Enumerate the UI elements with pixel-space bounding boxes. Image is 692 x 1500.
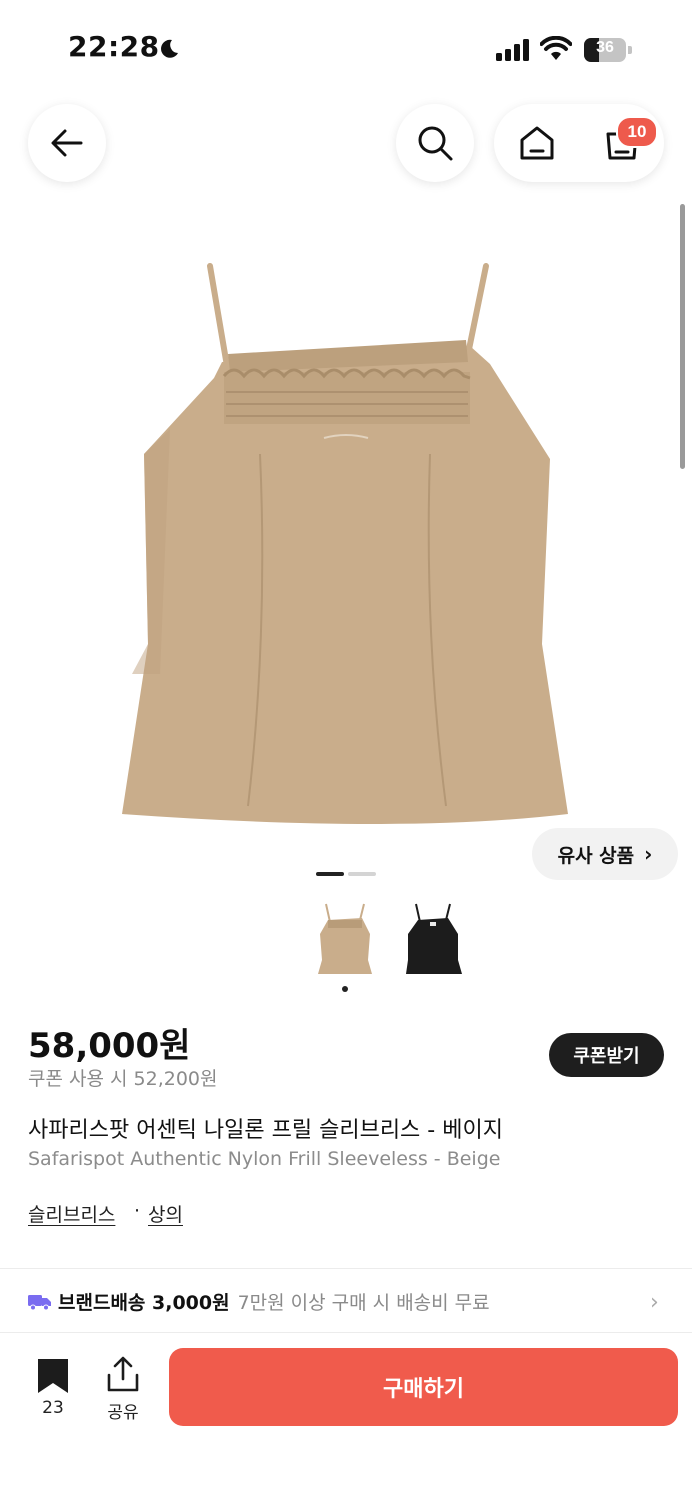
moon-icon	[161, 39, 178, 58]
back-button[interactable]	[28, 104, 106, 182]
thumbnail-beige[interactable]	[312, 900, 378, 980]
search-icon	[418, 126, 453, 161]
battery-tip	[628, 46, 632, 54]
scrollbar[interactable]	[680, 204, 685, 469]
coupon-price: 쿠폰 사용 시 52,200원	[28, 1068, 218, 1090]
divider	[0, 1332, 692, 1333]
status-time: 22:28	[68, 30, 160, 63]
share-label: 공유	[107, 1403, 139, 1423]
thumbnail-selected-dot	[342, 986, 348, 992]
similar-products-label: 유사 상품	[557, 844, 635, 867]
get-coupon-button[interactable]: 쿠폰받기	[549, 1033, 664, 1077]
product-title-en: Safarispot Authentic Nylon Frill Sleevel…	[28, 1148, 501, 1170]
shipping-fee: 브랜드배송 3,000원	[58, 1292, 230, 1314]
chevron-right-icon: ›	[644, 842, 653, 866]
battery-icon: 36	[584, 38, 626, 62]
gallery-indicator-active	[316, 872, 344, 876]
shipping-condition: 7만원 이상 구매 시 배송비 무료	[237, 1292, 490, 1314]
signal-icon	[496, 39, 529, 61]
divider	[0, 1268, 692, 1269]
category-link-tops[interactable]: 상의	[148, 1200, 183, 1227]
battery-level: 36	[596, 39, 614, 56]
price: 58,000원	[28, 1026, 191, 1066]
bookmark-count: 23	[42, 1398, 64, 1418]
product-title-ko: 사파리스팟 어센틱 나일론 프릴 슬리브리스 - 베이지	[28, 1118, 503, 1143]
gallery-indicator-inactive	[348, 872, 376, 876]
chevron-right-icon: ›	[650, 1290, 659, 1315]
similar-products-button[interactable]: 유사 상품 ›	[532, 828, 678, 880]
back-arrow-icon	[51, 129, 83, 157]
buy-button[interactable]: 구매하기	[169, 1348, 678, 1426]
bookmark-icon[interactable]	[36, 1357, 70, 1395]
truck-icon	[28, 1294, 51, 1310]
product-image[interactable]	[110, 254, 580, 836]
thumbnail-black[interactable]	[400, 900, 466, 980]
share-icon[interactable]	[106, 1355, 140, 1393]
category-separator: ·	[134, 1200, 141, 1222]
home-icon[interactable]	[518, 124, 556, 162]
wifi-icon	[540, 36, 572, 60]
search-button[interactable]	[396, 104, 474, 182]
cart-count-badge: 10	[616, 116, 658, 148]
shipping-info-row[interactable]: 브랜드배송 3,000원 7만원 이상 구매 시 배송비 무료	[28, 1288, 490, 1315]
category-link-sleeveless[interactable]: 슬리브리스	[28, 1200, 115, 1227]
